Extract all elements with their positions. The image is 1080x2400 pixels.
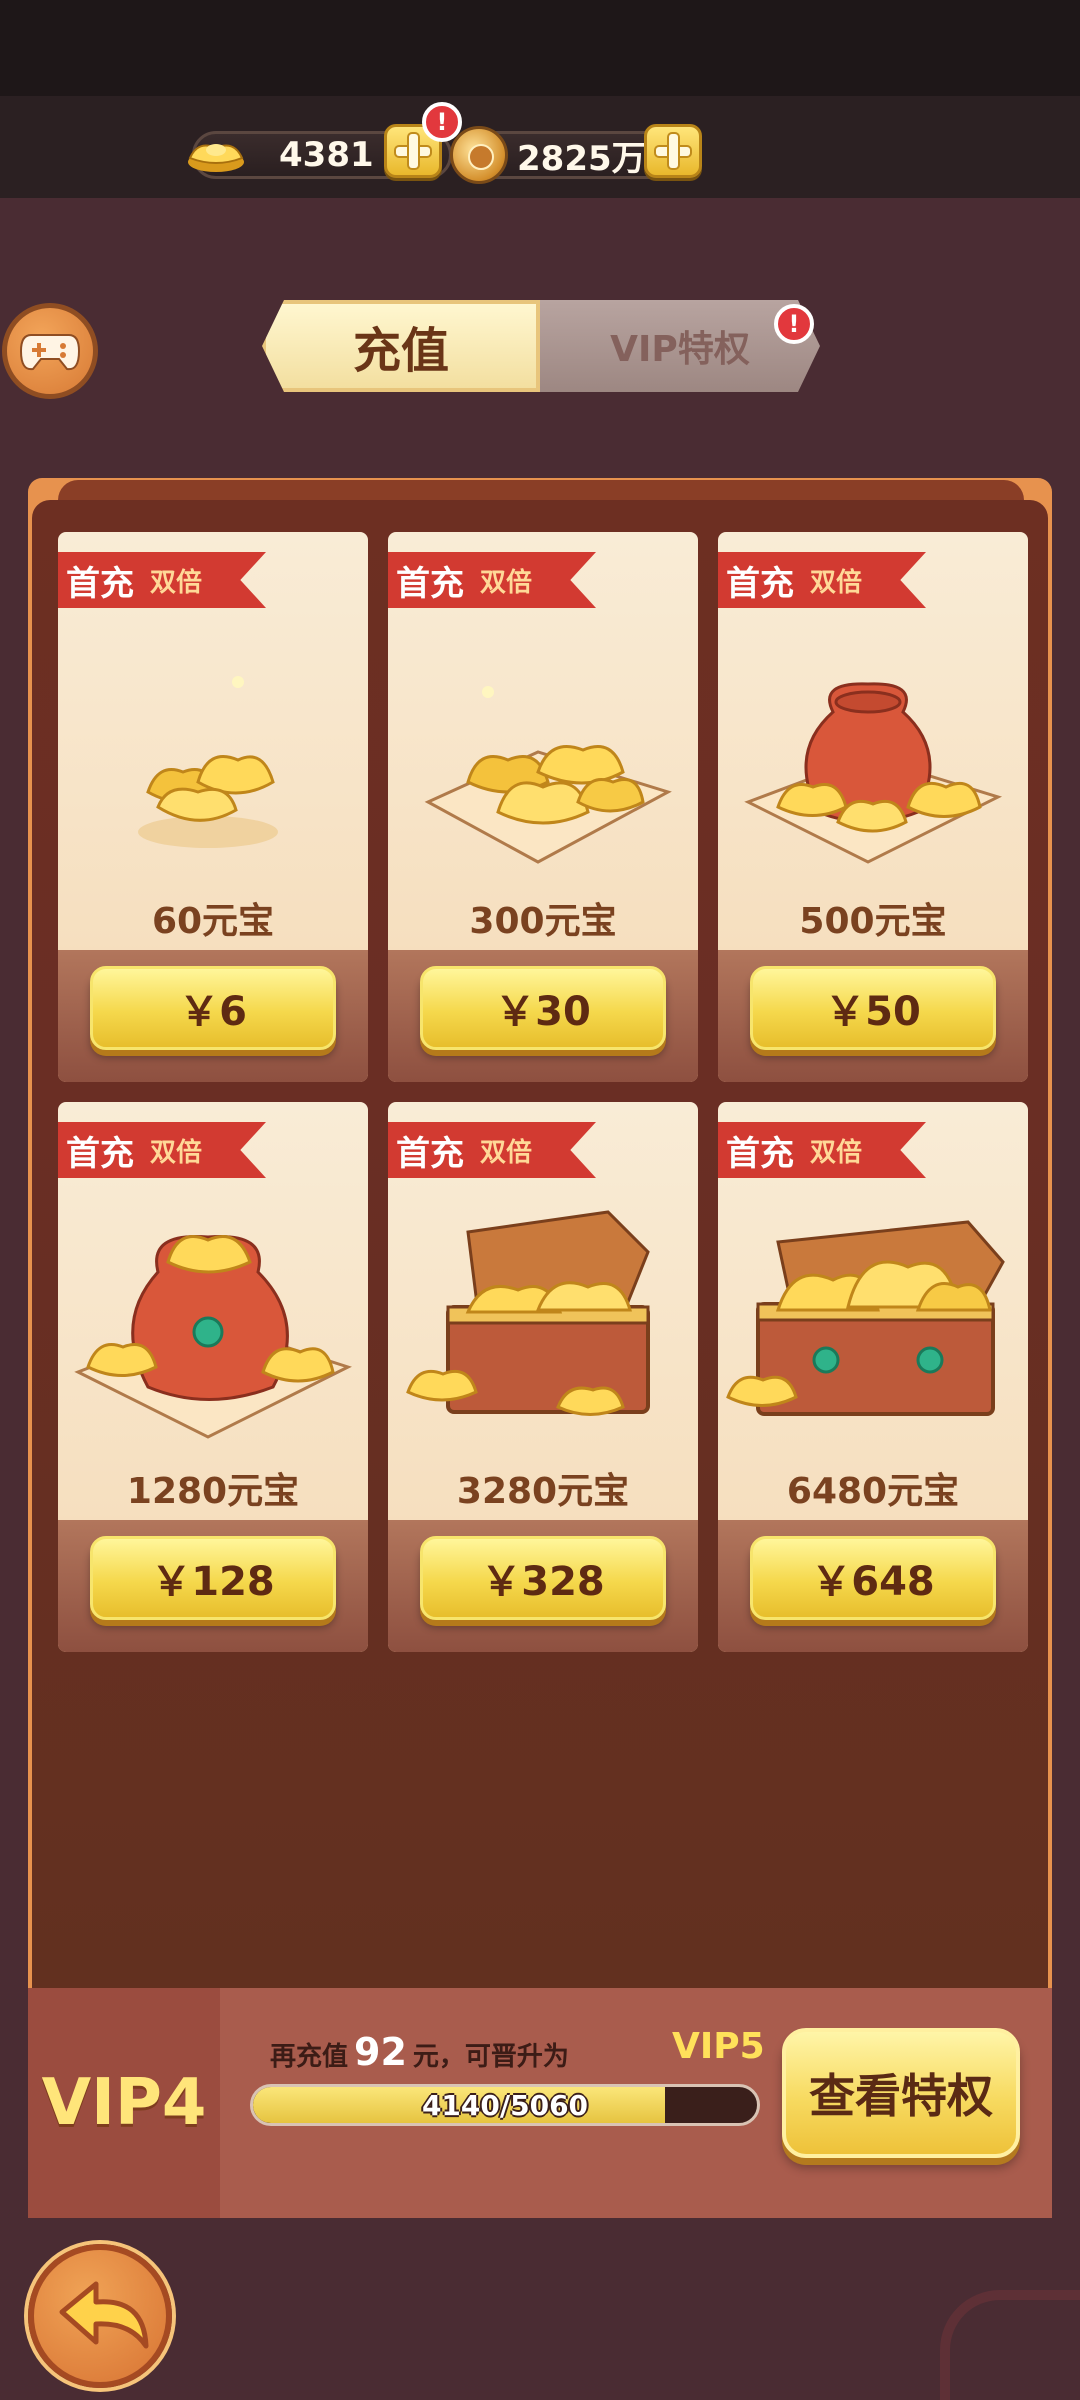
next-vip-level: VIP5 [672,2026,765,2067]
package-card-300[interactable]: 首充 双倍 300元宝 ￥30 [388,532,698,1082]
double-bonus-label: 双倍 [480,567,533,598]
vip-hint-prefix: 再充值 [270,2042,349,2072]
buy-button-50[interactable]: ￥50 [750,966,996,1050]
package-amount: 3280元宝 [456,1471,630,1512]
first-recharge-label: 首充 [396,563,464,604]
vip-tab-alert-badge: ! [774,304,814,344]
first-recharge-ribbon: 首充 双倍 [718,552,926,608]
money-bag-icon [744,682,1003,864]
vip-hint-suffix: 元，可晋升为 [412,2042,569,2072]
first-recharge-label: 首充 [66,1133,134,1174]
ingot-balance: 4381 [279,135,374,175]
buy-button-328[interactable]: ￥328 [420,1536,666,1620]
double-bonus-label: 双倍 [150,567,203,598]
package-amount: 1280元宝 [126,1471,300,1512]
coin-icon [450,126,508,184]
large-treasure-chest-icon [726,1220,1005,1416]
package-card-60[interactable]: 首充 双倍 60元宝 ￥6 [58,532,368,1082]
gamepad-icon [19,334,81,371]
current-vip-level: VIP4 [41,2066,207,2140]
double-bonus-label: 双倍 [810,567,863,598]
large-money-bag-icon [74,1234,352,1439]
buy-button-128[interactable]: ￥128 [90,1536,336,1620]
package-amount: 500元宝 [799,901,947,942]
package-card-1280[interactable]: 首充 双倍 1280元宝 ￥128 [58,1102,368,1652]
package-card-3280[interactable]: 首充 双倍 3280元宝 ￥328 [388,1102,698,1652]
buy-button-648[interactable]: ￥648 [750,1536,996,1620]
treasure-chest-icon [406,1210,650,1416]
first-recharge-ribbon: 首充 双倍 [388,552,596,608]
vip-remaining-amount: 92 [354,2030,407,2074]
package-amount: 6480元宝 [786,1471,960,1512]
game-center-button[interactable] [2,303,98,399]
buy-button-6[interactable]: ￥6 [90,966,336,1050]
tab-recharge[interactable]: 充值 [262,300,540,392]
vip-progress-text: 4140/5060 [421,2088,589,2122]
first-recharge-ribbon: 首充 双倍 [718,1122,926,1178]
package-card-500[interactable]: 首充 双倍 500元宝 ￥50 [718,532,1028,1082]
first-recharge-ribbon: 首充 双倍 [58,1122,266,1178]
double-bonus-label: 双倍 [480,1137,533,1168]
add-coins-button[interactable] [644,124,702,178]
double-bonus-label: 双倍 [150,1137,203,1168]
first-recharge-label: 首充 [726,563,794,604]
first-recharge-ribbon: 首充 双倍 [388,1122,596,1178]
coin-balance: 2825万 [517,138,646,179]
small-ingot-pile-icon [138,676,278,848]
vip-progress-bar: 4140/5060 [250,2084,760,2126]
back-button[interactable] [28,2244,172,2388]
back-arrow-icon [59,2281,149,2349]
buy-button-30[interactable]: ￥30 [420,966,666,1050]
first-recharge-label: 首充 [396,1133,464,1174]
double-bonus-label: 双倍 [810,1137,863,1168]
package-card-6480[interactable]: 首充 双倍 6480元宝 ￥648 [718,1102,1028,1652]
bottom-decoration [940,2290,1080,2400]
package-amount: 60元宝 [151,901,275,942]
top-decoration [0,0,1080,96]
ingot-icon [188,144,244,172]
first-recharge-label: 首充 [726,1133,794,1174]
vip-level-box: VIP4 [28,1988,220,2218]
view-privileges-button[interactable]: 查看特权 [782,2028,1020,2158]
first-recharge-label: 首充 [66,563,134,604]
package-amount: 300元宝 [469,901,617,942]
ingots-on-cloth-icon [424,686,672,864]
vip-upgrade-hint: 再充值 92 元，可晋升为 [270,2030,569,2074]
first-recharge-ribbon: 首充 双倍 [58,552,266,608]
